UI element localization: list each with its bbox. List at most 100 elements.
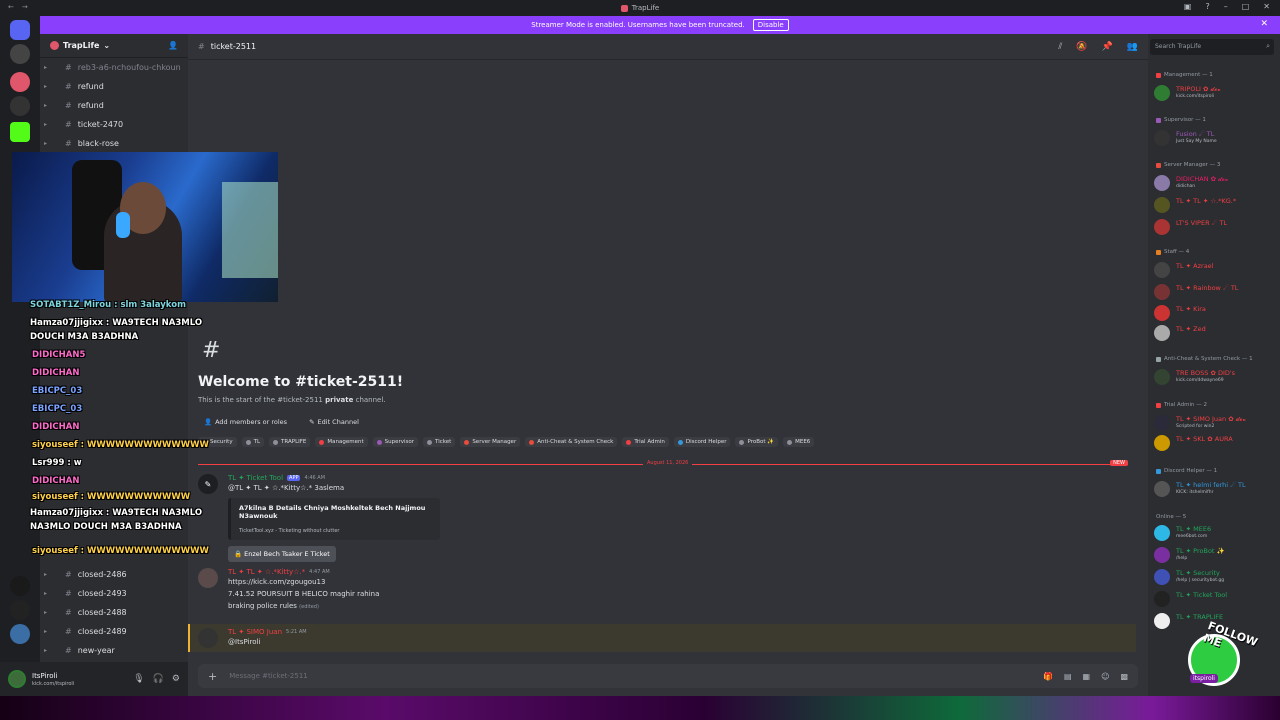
- nav-arrows[interactable]: ← →: [8, 3, 28, 11]
- role-chip[interactable]: TRAPLIFE: [269, 437, 311, 447]
- message-input[interactable]: Message #ticket-2511: [229, 672, 308, 680]
- add-members-button[interactable]: 👤 Add members or roles: [198, 415, 293, 429]
- close-icon[interactable]: ✕: [1260, 19, 1268, 29]
- member-item[interactable]: TL ✦ TL ✦ ☆.*KG.*: [1154, 196, 1278, 214]
- channel-item[interactable]: ▸ # new-year: [40, 641, 188, 660]
- window-controls[interactable]: ▣ ? – □ ✕: [1184, 2, 1270, 11]
- settings-icon[interactable]: ⚙: [172, 674, 180, 684]
- channel-item[interactable]: ▸ # reb3-a6-nchoufou-chkoun: [40, 58, 188, 77]
- emoji-icon[interactable]: ☺: [1101, 672, 1109, 681]
- member-avatar: [1154, 305, 1170, 321]
- expand-arrow-icon[interactable]: ▸: [44, 590, 47, 597]
- message-author[interactable]: TL ✦ SIMO Juan: [228, 628, 282, 636]
- expand-arrow-icon[interactable]: ▸: [44, 140, 47, 147]
- message-composer[interactable]: + Message #ticket-2511 🎁 ▤ ▦ ☺ ▩: [198, 664, 1138, 688]
- channel-item[interactable]: ▸ # closed-2489: [40, 622, 188, 641]
- expand-arrow-icon[interactable]: ▸: [44, 121, 47, 128]
- role-chip[interactable]: Anti-Cheat & System Check: [525, 437, 618, 447]
- close-ticket-button[interactable]: 🔒 Enzel Bech Tsaker E Ticket: [228, 546, 336, 562]
- message-link[interactable]: https://kick.com/zgougou13: [228, 576, 1138, 588]
- member-item[interactable]: Fusion ☄ TL Just Say My Name: [1154, 129, 1278, 147]
- message-author[interactable]: TL ✦ Ticket Tool: [228, 474, 283, 482]
- channel-item[interactable]: ▸ # refund: [40, 96, 188, 115]
- member-item[interactable]: TL ✦ Azrael: [1154, 261, 1278, 279]
- maximize-icon[interactable]: □: [1242, 2, 1250, 11]
- message-author[interactable]: TL ✦ TL ✦ ☆.*Kitty☆.*: [228, 568, 305, 576]
- expand-arrow-icon[interactable]: ▸: [44, 83, 47, 90]
- disable-button[interactable]: Disable: [752, 19, 789, 31]
- channel-item[interactable]: ▸ # closed-2493: [40, 584, 188, 603]
- member-item[interactable]: TL ✦ SKL ✿ AURA: [1154, 434, 1278, 452]
- member-item[interactable]: TL ✦ helmi ferhi ☄ TL KICK: itshelmifhr: [1154, 480, 1278, 498]
- member-item[interactable]: DIDICHAN ✿ 𝓭𝓮𝓿 didichan: [1154, 174, 1278, 192]
- pin-icon[interactable]: 📌: [1102, 42, 1113, 52]
- attach-plus-icon[interactable]: +: [208, 670, 217, 683]
- role-chip[interactable]: Supervisor: [372, 437, 419, 447]
- role-chip[interactable]: Ticket: [423, 437, 456, 447]
- gif-icon[interactable]: ▤: [1064, 672, 1072, 681]
- expand-arrow-icon[interactable]: ▸: [44, 647, 47, 654]
- expand-arrow-icon[interactable]: ▸: [44, 64, 47, 71]
- search-input[interactable]: Search TrapLife ⌕: [1150, 39, 1274, 55]
- channel-item[interactable]: ▸ # refund: [40, 77, 188, 96]
- role-chip[interactable]: MEE6: [783, 437, 815, 447]
- microphone-icon[interactable]: 🎙: [133, 674, 144, 684]
- member-avatar: [1154, 613, 1170, 629]
- message-mention[interactable]: @ItsPiroli: [228, 636, 1138, 648]
- gift-icon[interactable]: 🎁: [1043, 672, 1053, 681]
- member-item[interactable]: TL ✦ Zed: [1154, 324, 1278, 342]
- member-item[interactable]: TL ✦ ProBot ✨/help: [1154, 546, 1278, 564]
- role-chip[interactable]: Management: [315, 437, 368, 447]
- notification-icon[interactable]: 🔕: [1076, 42, 1087, 52]
- server-icon[interactable]: [10, 600, 30, 620]
- member-list-icon[interactable]: 👥: [1127, 42, 1138, 52]
- close-icon[interactable]: ✕: [1263, 2, 1270, 11]
- expand-arrow-icon[interactable]: ▸: [44, 102, 47, 109]
- user-avatar[interactable]: [198, 628, 218, 648]
- back-icon[interactable]: ←: [8, 3, 14, 11]
- server-icon[interactable]: [10, 624, 30, 644]
- minimize-icon[interactable]: –: [1224, 2, 1228, 11]
- member-item[interactable]: LT'S VIPER ☄ TL: [1154, 218, 1278, 236]
- role-chip[interactable]: Trial Admin: [622, 437, 669, 447]
- apps-icon[interactable]: ▩: [1120, 672, 1128, 681]
- channel-item[interactable]: ▸ # ticket-2470: [40, 115, 188, 134]
- edit-channel-button[interactable]: ✎ Edit Channel: [303, 415, 365, 429]
- user-avatar[interactable]: [198, 568, 218, 588]
- home-icon[interactable]: [10, 20, 30, 40]
- user-avatar[interactable]: [8, 670, 26, 688]
- add-member-icon[interactable]: 👤: [168, 41, 178, 50]
- member-item[interactable]: TL ✦ SIMO Juan ✿ 𝓭𝓮𝓿 Scripted for win2: [1154, 414, 1278, 432]
- message-mention[interactable]: @TL ✦ TL ✦ ☆.*Kitty☆.* 3aslema: [228, 482, 1138, 494]
- member-avatar: [1154, 435, 1170, 451]
- member-item[interactable]: TL ✦ Ticket Tool: [1154, 590, 1278, 608]
- channel-item[interactable]: ▸ # black-rose: [40, 134, 188, 153]
- member-item[interactable]: TRIPOLI ✿ 𝓭𝓮𝓿 kick.com/itspiroli: [1154, 84, 1278, 102]
- member-item[interactable]: TRE BOSS ✿ DID's kick.com/ddwayne69: [1154, 368, 1278, 386]
- ticket-tool-avatar[interactable]: ✎: [198, 474, 218, 494]
- role-chip[interactable]: Server Manager: [460, 437, 521, 447]
- member-group-header: Anti-Cheat & System Check — 1: [1156, 356, 1253, 362]
- role-chip[interactable]: TL: [241, 437, 265, 447]
- expand-arrow-icon[interactable]: ▸: [44, 628, 47, 635]
- member-item[interactable]: TL ✦ Rainbow ☄ TL: [1154, 283, 1278, 301]
- role-chip[interactable]: ProBot ✨: [735, 437, 779, 447]
- role-chip[interactable]: Discord Helper: [673, 437, 731, 447]
- channel-item[interactable]: ▸ # closed-2488: [40, 603, 188, 622]
- server-icon[interactable]: [10, 44, 30, 64]
- server-icon[interactable]: [10, 96, 30, 116]
- threads-icon[interactable]: ⫽: [1058, 42, 1062, 52]
- expand-arrow-icon[interactable]: ▸: [44, 609, 47, 616]
- member-item[interactable]: TL ✦ Security/help | securitybot.gg: [1154, 568, 1278, 586]
- server-icon[interactable]: [10, 72, 30, 92]
- guild-header[interactable]: TrapLife ⌄ 👤: [40, 34, 188, 58]
- help-icon[interactable]: ?: [1205, 2, 1209, 11]
- kick-server-icon[interactable]: [10, 122, 30, 142]
- headphones-icon[interactable]: 🎧: [153, 674, 164, 684]
- inbox-icon[interactable]: ▣: [1184, 2, 1192, 11]
- forward-icon[interactable]: →: [22, 3, 28, 11]
- member-item[interactable]: TL ✦ Kira: [1154, 304, 1278, 322]
- member-group-header: Staff — 4: [1156, 249, 1189, 255]
- sticker-icon[interactable]: ▦: [1083, 672, 1091, 681]
- member-item[interactable]: TL ✦ MEE6 mee6bot.com: [1154, 524, 1278, 542]
